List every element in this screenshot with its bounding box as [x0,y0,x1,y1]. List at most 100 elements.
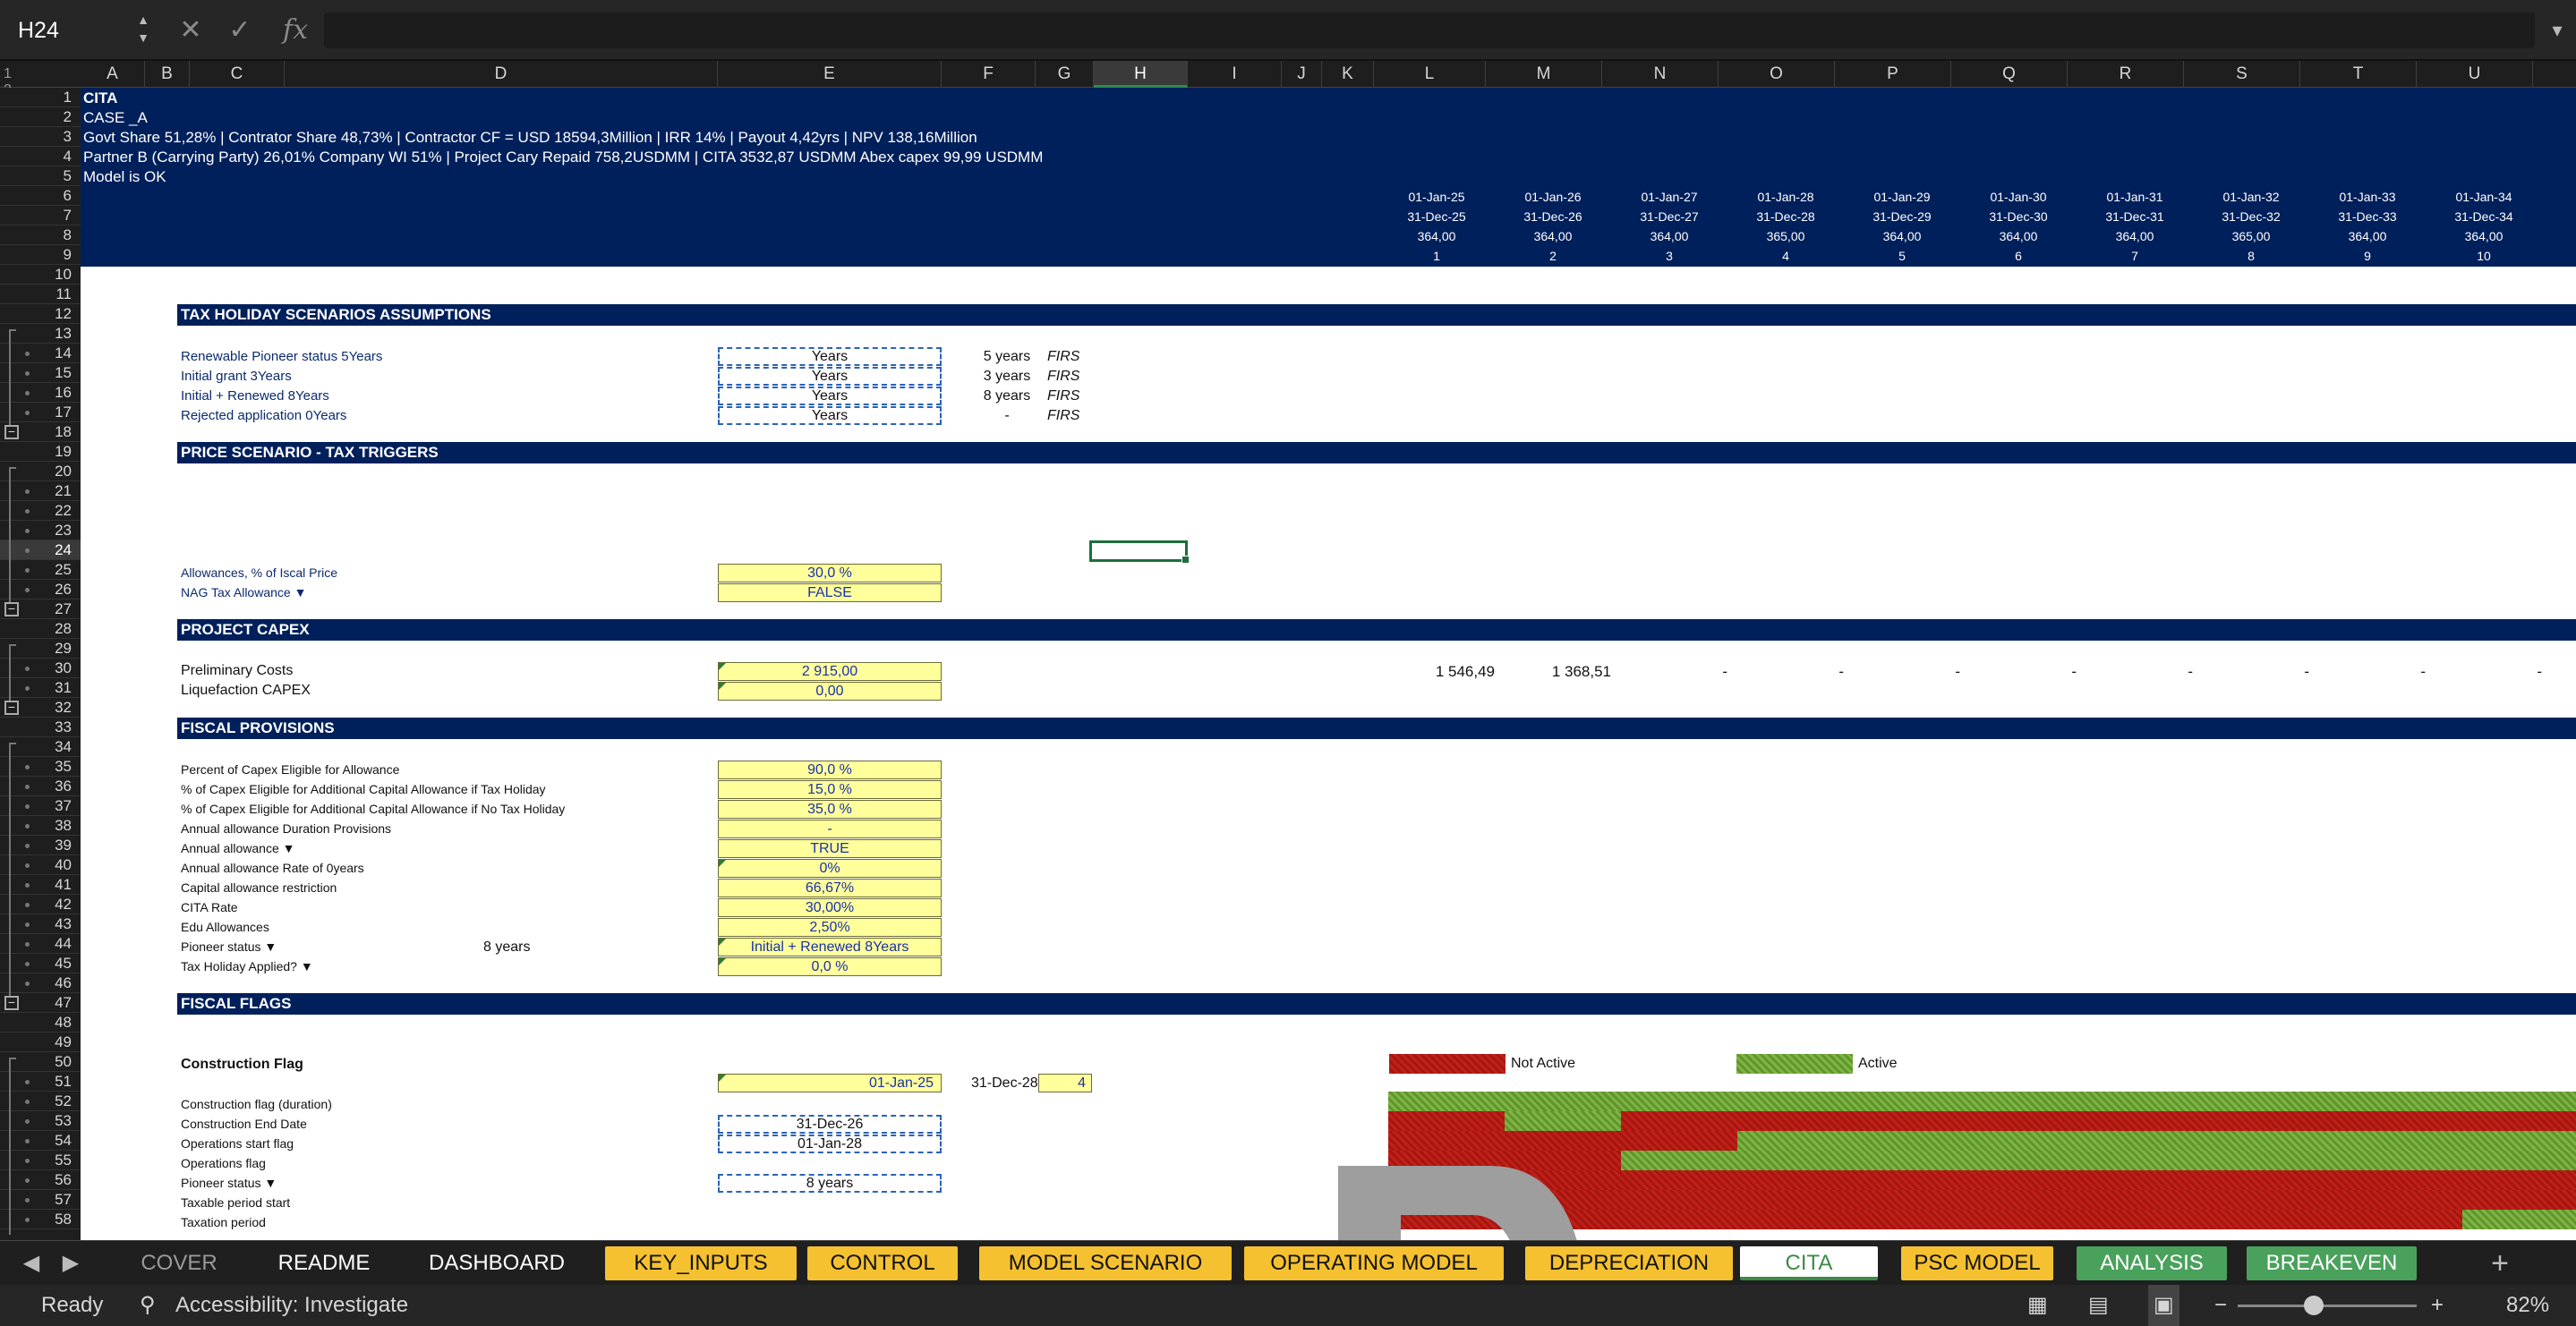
row-header-8[interactable]: 8 [0,225,81,245]
active-cell[interactable] [1089,540,1190,564]
capex-value-input[interactable]: 0,00 [718,682,942,701]
fiscal-value-input[interactable]: 2,50% [718,918,942,937]
column-header-g[interactable]: G [1036,61,1094,88]
sheet-tab-breakeven[interactable]: BREAKEVEN [2247,1246,2417,1280]
column-header-l[interactable]: L [1374,61,1486,88]
row-header-3[interactable]: 3 [0,127,81,147]
formula-expand-icon[interactable]: ▾ [2544,13,2571,48]
sheet-tab-readme[interactable]: README [261,1246,387,1280]
price-value-input[interactable]: FALSE [718,583,942,602]
row-header-4[interactable]: 4 [0,147,81,166]
flag-value[interactable]: 8 years [718,1174,942,1193]
tab-scroll-left-icon[interactable]: ◀ [18,1246,45,1280]
row-header-7[interactable]: 7 [0,206,81,225]
column-header-p[interactable]: P [1835,61,1951,88]
normal-view-icon[interactable]: ▦ [2027,1285,2048,1326]
row-header-28[interactable]: 28 [0,619,81,639]
sheet-tab-model-scenario[interactable]: MODEL SCENARIO [979,1246,1232,1280]
collapse-group-button[interactable]: − [4,602,19,616]
row-header-1[interactable]: 1 [0,88,81,107]
construction-count-input[interactable]: 4 [1038,1074,1092,1092]
column-header-e[interactable]: E [718,61,942,88]
capex-value-input[interactable]: 2 915,00 [718,662,942,681]
collapse-group-button[interactable]: − [4,425,19,439]
construction-start-input[interactable]: 01-Jan-25 [718,1074,942,1092]
row-header-5[interactable]: 5 [0,166,81,186]
zoom-in-button[interactable]: + [2431,1285,2444,1326]
add-sheet-button[interactable]: + [2478,1246,2522,1280]
page-layout-icon[interactable]: ▤ [2088,1285,2109,1326]
sheet-tab-depreciation[interactable]: DEPRECIATION [1525,1246,1733,1280]
cancel-icon[interactable]: ✕ [175,13,207,48]
row-header-9[interactable]: 9 [0,245,81,265]
sheet-tab-key-inputs[interactable]: KEY_INPUTS [605,1246,797,1280]
fiscal-value-input[interactable]: 0,0 % [718,957,942,976]
flag-value[interactable]: 01-Jan-28 [718,1135,942,1153]
sheet-tab-psc-model[interactable]: PSC MODEL [1901,1246,2053,1280]
tab-scroll-right-icon[interactable]: ▶ [57,1246,84,1280]
sheet-tab-dashboard[interactable]: DASHBOARD [414,1246,580,1280]
accessibility-icon[interactable]: ⚲ [140,1285,166,1326]
column-header-s[interactable]: S [2184,61,2300,88]
fiscal-value-input[interactable]: 66,67% [718,879,942,897]
price-value-input[interactable]: 30,0 % [718,564,942,582]
column-header-a[interactable]: A [81,61,145,88]
sheet-tab-analysis[interactable]: ANALYSIS [2077,1246,2227,1280]
row-header-6[interactable]: 6 [0,186,81,206]
column-header-d[interactable]: D [285,61,718,88]
column-header-c[interactable]: C [190,61,285,88]
fiscal-value-input[interactable]: TRUE [718,839,942,858]
column-header-o[interactable]: O [1719,61,1835,88]
sheet-tab-control[interactable]: CONTROL [807,1246,958,1280]
tax-holiday-value[interactable]: Years [718,367,942,386]
tax-holiday-value[interactable]: Years [718,347,942,366]
collapse-group-button[interactable]: − [4,701,19,715]
row-header-19[interactable]: 19 [0,442,81,462]
column-header-r[interactable]: R [2068,61,2184,88]
fiscal-value-input[interactable]: 0% [718,859,942,878]
row-header-33[interactable]: 33 [0,718,81,737]
enter-icon[interactable]: ✓ [224,13,256,48]
column-header-u[interactable]: U [2417,61,2533,88]
row-header-48[interactable]: 48 [0,1013,81,1033]
zoom-level[interactable]: 82% [2506,1285,2549,1326]
zoom-slider[interactable] [2238,1305,2417,1307]
sheet-tab-operating-model[interactable]: OPERATING MODEL [1244,1246,1504,1280]
column-header-m[interactable]: M [1486,61,1602,88]
fiscal-value-input[interactable]: 30,00% [718,898,942,917]
column-header-h[interactable]: H [1094,61,1188,88]
column-header-q[interactable]: Q [1951,61,2068,88]
zoom-slider-thumb[interactable] [2304,1296,2324,1315]
row-header-49[interactable]: 49 [0,1033,81,1052]
column-header-n[interactable]: N [1602,61,1719,88]
column-header-f[interactable]: F [942,61,1036,88]
column-header-t[interactable]: T [2300,61,2417,88]
fiscal-value-input[interactable]: 90,0 % [718,761,942,779]
collapse-group-button[interactable]: − [4,996,19,1010]
function-icon[interactable]: fx [276,13,315,48]
column-header-i[interactable]: I [1188,61,1282,88]
name-box-stepper-icon[interactable]: ▲ ▼ [132,11,154,50]
flag-value[interactable]: 31-Dec-26 [718,1115,942,1134]
formula-input[interactable] [324,13,2535,48]
sheet-grid[interactable]: CITA CASE _A Govt Share 51,28% | Contrat… [81,88,2576,1240]
column-header-j[interactable]: J [1282,61,1322,88]
page-break-view-icon[interactable]: ▣ [2148,1285,2179,1326]
fiscal-value-input[interactable]: 35,0 % [718,800,942,819]
fiscal-value-input[interactable]: 15,0 % [718,780,942,799]
fiscal-value-input[interactable]: Initial + Renewed 8Years [718,938,942,956]
fiscal-value-input[interactable]: - [718,820,942,838]
sheet-tab-cita[interactable]: CITA [1740,1246,1878,1280]
sheet-tab-cover[interactable]: COVER [116,1246,242,1280]
accessibility-status[interactable]: Accessibility: Investigate [175,1285,408,1326]
tax-holiday-value[interactable]: Years [718,387,942,405]
zoom-out-button[interactable]: − [2214,1285,2227,1326]
outline-level-buttons[interactable]: 1 2 [4,66,39,98]
row-header-12[interactable]: 12 [0,304,81,324]
column-header-b[interactable]: B [145,61,190,88]
tax-holiday-value[interactable]: Years [718,406,942,425]
column-header-k[interactable]: K [1322,61,1374,88]
row-header-10[interactable]: 10 [0,265,81,285]
row-header-2[interactable]: 2 [0,107,81,127]
row-header-11[interactable]: 11 [0,285,81,304]
